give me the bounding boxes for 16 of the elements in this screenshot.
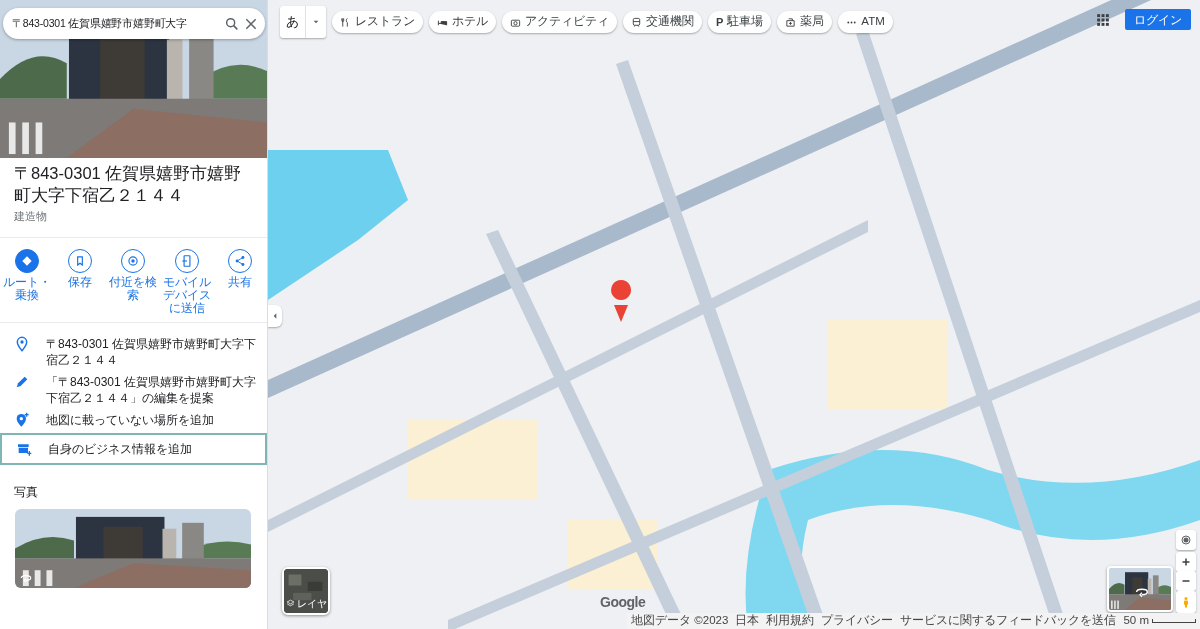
info-item[interactable]: 「〒843-0301 佐賀県嬉野市嬉野町大字下宿乙２１４４」の編集を提案 <box>0 370 267 409</box>
section-heading: 写真 <box>14 483 39 501</box>
pin-plus-icon <box>14 411 30 428</box>
info-item[interactable]: 地図に載っていない場所を追加 <box>0 408 267 433</box>
action-button[interactable]: 共有 <box>215 248 266 315</box>
phone-icon <box>179 253 194 268</box>
action-button[interactable]: 保存 <box>55 248 106 315</box>
target-icon <box>126 253 141 268</box>
info-item[interactable]: 自身のビジネス情報を追加 <box>0 432 267 465</box>
info-item[interactable]: 〒843-0301 佐賀県嬉野市嬉野町大字下宿乙２１４４ <box>0 332 267 371</box>
action-button[interactable]: モバイルデバイスに送信 <box>161 248 212 315</box>
location-pin-icon <box>14 335 30 352</box>
place-category: 建造物 <box>14 209 48 224</box>
action-button[interactable]: 付近を検索 <box>108 248 159 315</box>
place-title: 〒843-0301 佐賀県嬉野市嬉野町大字下宿乙２１４４ <box>14 163 243 206</box>
action-button[interactable]: ルート・乗換 <box>1 248 52 315</box>
